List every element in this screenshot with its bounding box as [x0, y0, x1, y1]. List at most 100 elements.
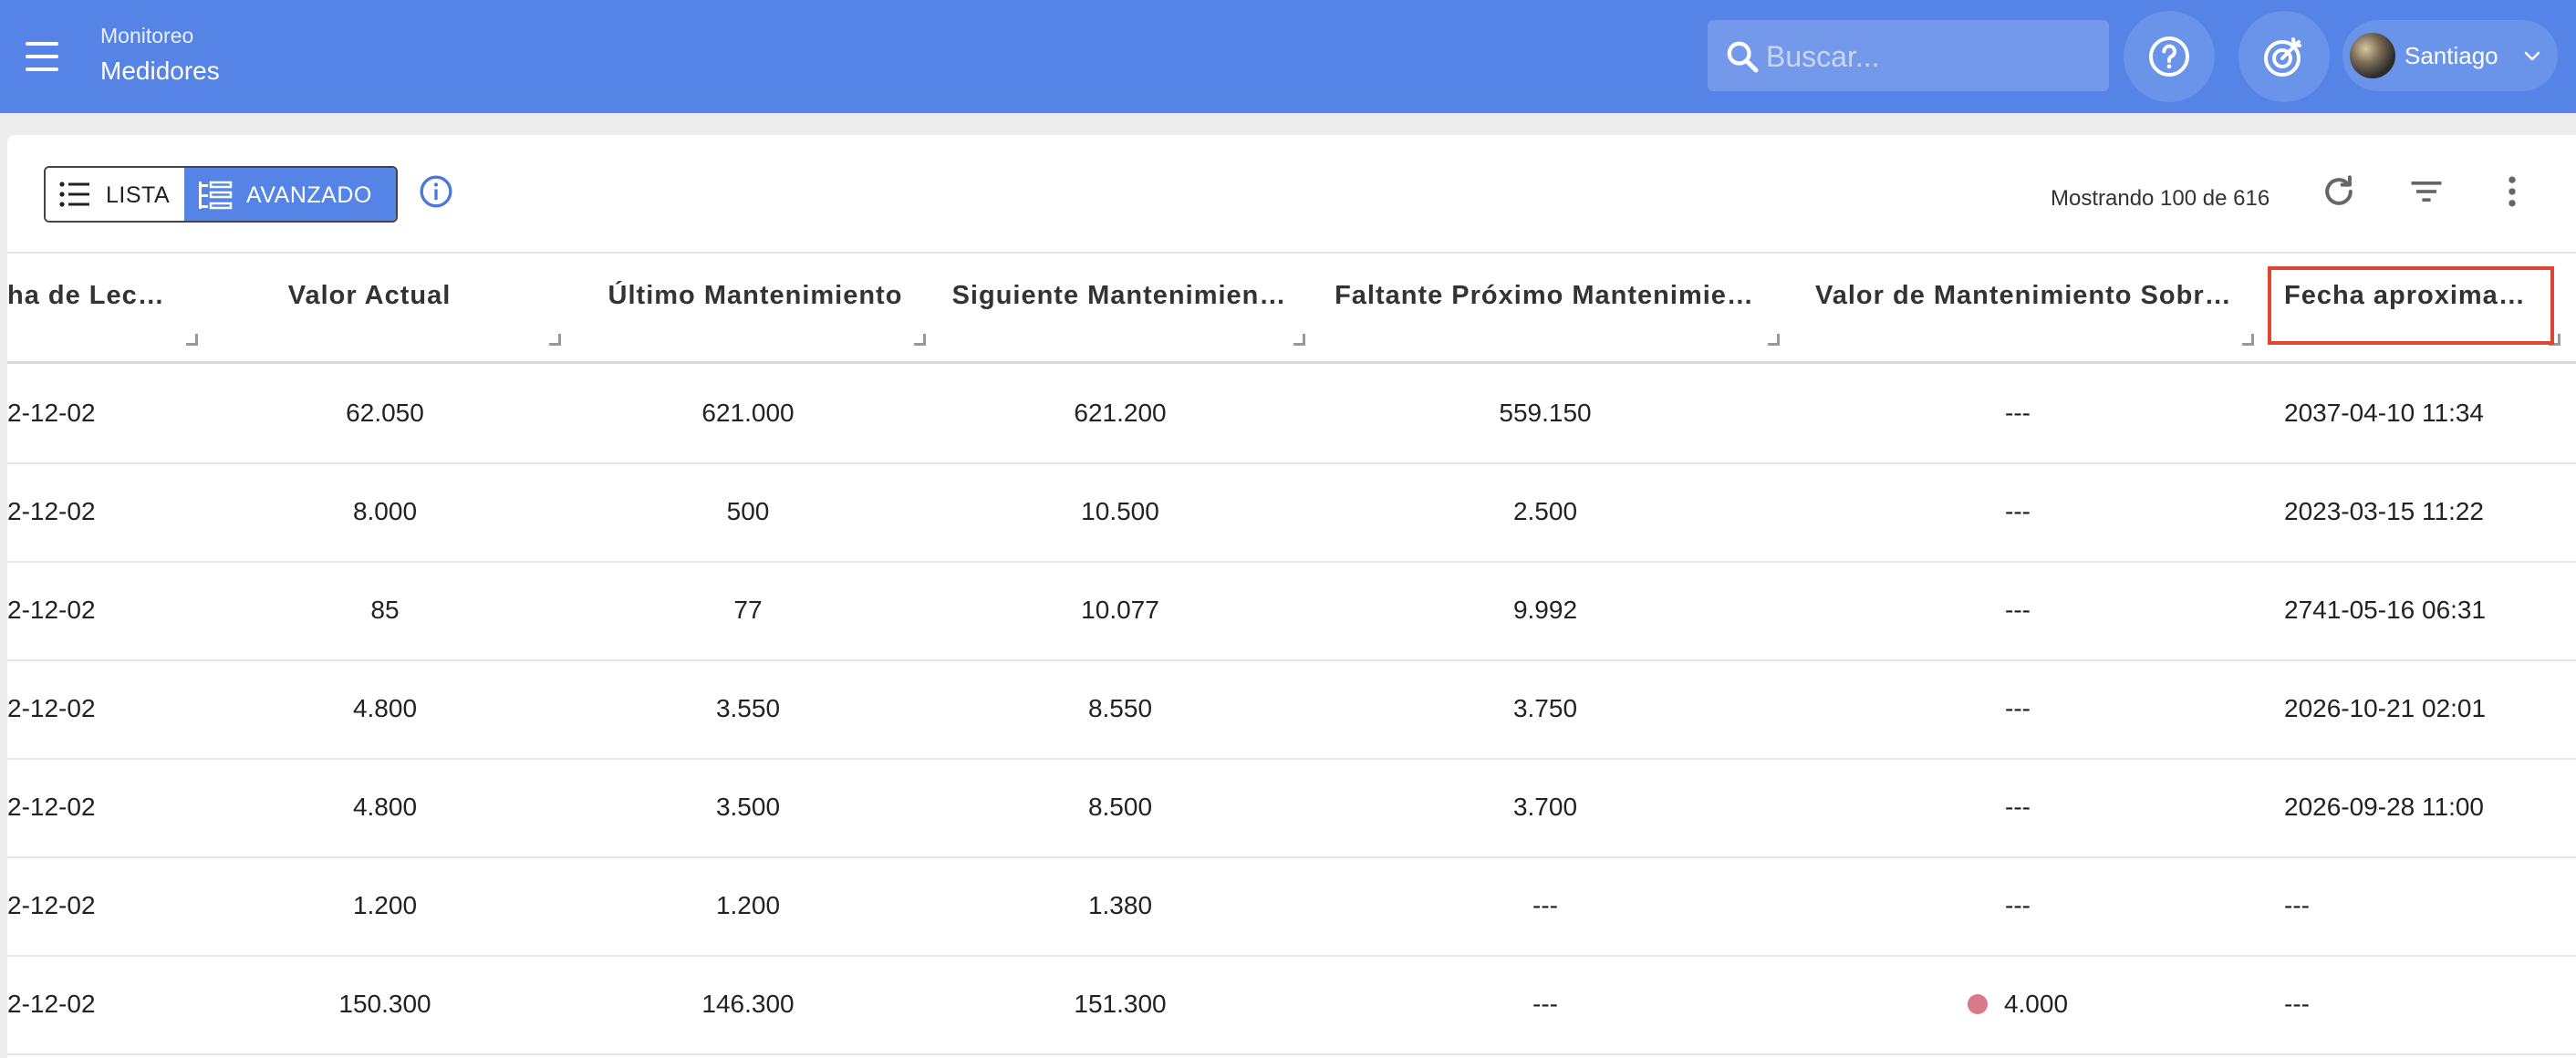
table-cell: 2741-05-16 06:31: [2284, 596, 2487, 624]
view-toggle: LISTA AVANZADO: [44, 166, 398, 223]
column-header-siguiente-mantenimiento[interactable]: Siguiente Mantenimien…: [949, 281, 1290, 345]
table-cell: 1.380: [1087, 891, 1153, 919]
page-title: Medidores: [100, 57, 220, 85]
column-header-valor-mantenimiento-sobre[interactable]: Valor de Mantenimiento Sobre…: [1815, 281, 2244, 345]
table-row[interactable]: 2-12-02 150.300 146.300 151.300 --- 4.000 ---: [7, 955, 2576, 1055]
table-cell: 2-12-02: [7, 497, 96, 525]
table-cell: 2-12-02: [7, 694, 96, 722]
table-cell: 2037-04-10 11:34: [2284, 399, 2484, 427]
table-cell: 2-12-02: [7, 891, 96, 919]
menu-icon[interactable]: [20, 35, 64, 78]
table-cell: 2026-09-28 11:00: [2284, 793, 2484, 821]
search-box[interactable]: [1708, 20, 2109, 91]
table-cell: 3.500: [715, 793, 781, 821]
table-cell: 4.800: [352, 793, 418, 821]
table-cell: 77: [733, 596, 763, 624]
table-cell: 151.300: [1074, 990, 1167, 1018]
table-cell: 4.800: [352, 694, 418, 722]
table-row[interactable]: 2-12-02 85 77 10.077 9.992 --- 2741-05-16 06:3…: [7, 561, 2576, 661]
meters-card: LISTA AVANZADO Mostrando 100 de 616 ha d…: [7, 135, 2576, 1058]
list-icon: [59, 182, 89, 207]
table-cell: ---: [2284, 990, 2310, 1018]
target-icon: [2264, 37, 2301, 77]
breadcrumb-parent: Monitoreo: [100, 24, 194, 47]
search-input[interactable]: [1764, 33, 2096, 80]
table-row[interactable]: 2-12-02 4.800 3.500 8.500 3.700 --- 2026-09-28…: [7, 758, 2576, 858]
table-header: ha de Lect… Valor Actual Último Mantenim…: [7, 254, 2576, 361]
table-cell: 8.500: [1087, 793, 1153, 821]
chevron-down-icon: [2524, 51, 2540, 61]
user-menu[interactable]: Santiago: [2342, 20, 2558, 91]
table-cell: 621.200: [1074, 399, 1167, 427]
column-resize-handle[interactable]: [1768, 334, 1780, 346]
column-header-faltante-proximo[interactable]: Faltante Próximo Mantenimie…: [1334, 281, 1755, 345]
table-cell: 2-12-02: [7, 990, 96, 1018]
filter-icon[interactable]: [2406, 171, 2446, 212]
table-cell: 2023-03-15 11:22: [2284, 497, 2484, 525]
avatar: [2350, 33, 2395, 78]
record-count: Mostrando 100 de 616: [2051, 186, 2270, 211]
top-app-bar: Monitoreo Medidores Santiago: [0, 0, 2576, 113]
column-resize-handle[interactable]: [186, 334, 198, 346]
table-cell: 1.200: [715, 891, 781, 919]
column-header-valor-actual[interactable]: Valor Actual: [210, 281, 529, 345]
table-cell: 150.300: [338, 990, 431, 1018]
user-name: Santiago: [2405, 42, 2498, 69]
table-cell: ---: [2005, 891, 2031, 919]
table-cell: 2-12-02: [7, 596, 96, 624]
help-icon: [2149, 36, 2189, 77]
table-cell: 3.550: [715, 694, 781, 722]
column-resize-handle[interactable]: [914, 334, 926, 346]
highlighted-column-box: [2268, 266, 2554, 345]
more-vert-icon[interactable]: [2492, 171, 2532, 212]
tree-list-icon: [199, 181, 233, 210]
column-resize-handle[interactable]: [1293, 334, 1305, 346]
column-resize-handle[interactable]: [2242, 334, 2254, 346]
table-cell: 621.000: [701, 399, 795, 427]
table-cell: 8.550: [1087, 694, 1153, 722]
view-list-button[interactable]: LISTA: [46, 168, 184, 221]
table-cell: 62.050: [346, 399, 424, 427]
table-cell: 3.750: [1512, 694, 1578, 722]
table-cell: 9.992: [1512, 596, 1578, 624]
table-cell: ---: [2284, 891, 2310, 919]
table-cell: 2.500: [1512, 497, 1578, 525]
search-icon: [1727, 41, 1759, 73]
column-header-fecha-lectura[interactable]: ha de Lect…: [7, 281, 171, 345]
table-cell: 10.500: [1081, 497, 1159, 525]
goals-button[interactable]: [2238, 11, 2330, 102]
table-cell: ---: [2005, 793, 2031, 821]
table-cell: 3.700: [1512, 793, 1578, 821]
column-resize-handle[interactable]: [549, 334, 561, 346]
view-advanced-label: AVANZADO: [246, 182, 372, 208]
refresh-icon[interactable]: [2319, 171, 2359, 212]
status-dot-icon: [1967, 994, 1988, 1014]
table-cell: 559.150: [1499, 399, 1592, 427]
table-cell: ---: [2005, 399, 2031, 427]
table-row[interactable]: 2-12-02 1.200 1.200 1.380 --- --- ---: [7, 856, 2576, 957]
table-cell: ---: [2005, 497, 2031, 525]
table-cell: ---: [1532, 990, 1558, 1018]
table-cell: 2026-10-21 02:01: [2284, 694, 2487, 722]
table-cell: 4.000: [2003, 990, 2069, 1018]
column-header-ultimo-mantenimiento[interactable]: Último Mantenimiento: [582, 281, 929, 345]
table-cell: ---: [2005, 596, 2031, 624]
table-cell: 146.300: [701, 990, 795, 1018]
table-cell: 1.200: [352, 891, 418, 919]
table-cell: 8.000: [352, 497, 418, 525]
table-cell: 500: [726, 497, 770, 525]
status-cell: 4.000: [1835, 990, 2200, 1019]
table-cell: ---: [2005, 694, 2031, 722]
table-cell: 2-12-02: [7, 399, 96, 427]
table-cell: 85: [370, 596, 400, 624]
help-button[interactable]: [2124, 11, 2215, 102]
table-row[interactable]: 2-12-02 4.800 3.550 8.550 3.750 --- 2026-10-21…: [7, 659, 2576, 760]
table-row[interactable]: 2-12-02 62.050 621.000 621.200 559.150 --- 203…: [7, 364, 2576, 464]
table-row[interactable]: 2-12-02 8.000 500 10.500 2.500 --- 2023-03-15 …: [7, 462, 2576, 563]
table-cell: 10.077: [1081, 596, 1159, 624]
table-cell: ---: [1532, 891, 1558, 919]
view-advanced-button[interactable]: AVANZADO: [184, 168, 396, 221]
table-cell: 2-12-02: [7, 793, 96, 821]
view-list-label: LISTA: [106, 182, 171, 208]
info-icon[interactable]: [418, 173, 454, 210]
